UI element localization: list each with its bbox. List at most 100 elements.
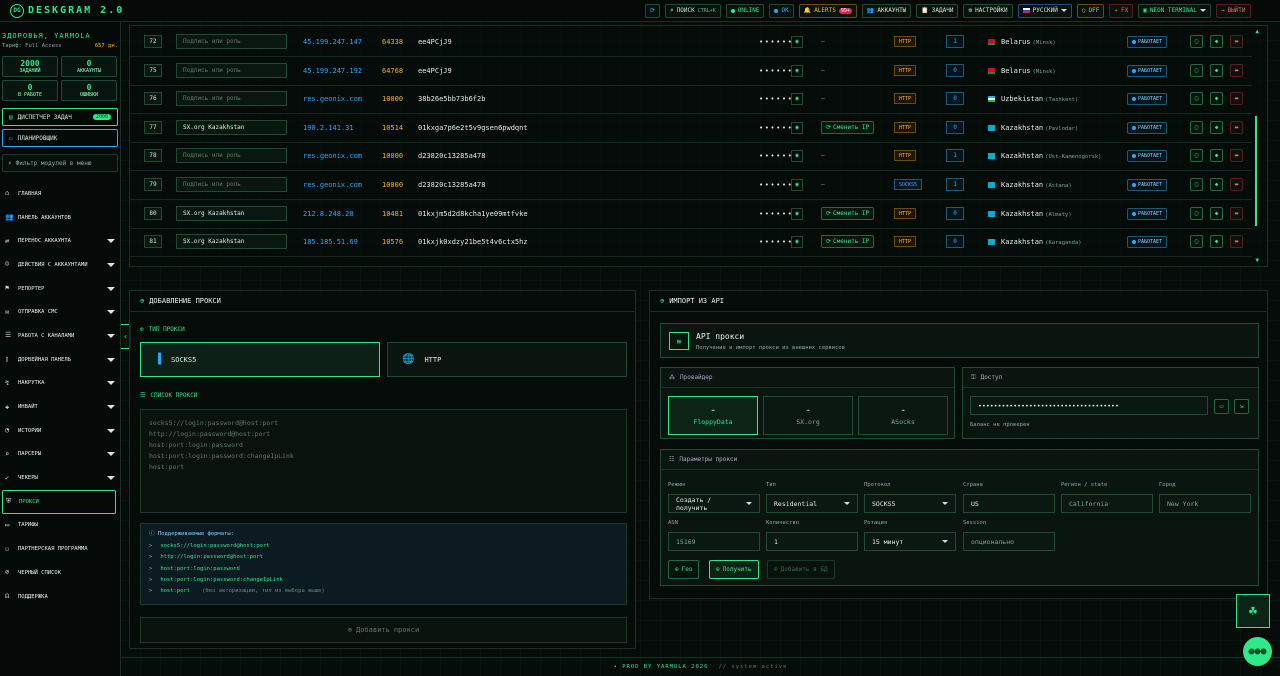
- sidebar-item-6[interactable]: ☰ РАБОТА С КАНАЛАМИ: [0, 324, 120, 348]
- check-balance-button[interactable]: ▭: [1214, 399, 1229, 414]
- module-filter-input[interactable]: ⌕ Фильтр модулей в меню: [2, 154, 118, 172]
- tasks-button[interactable]: 📋 ЗАДАЧИ: [916, 3, 959, 18]
- delete-button[interactable]: ▬: [1230, 121, 1243, 135]
- copy-button[interactable]: ▢: [1190, 178, 1203, 192]
- rotation-select[interactable]: 15 минут: [864, 532, 956, 551]
- add-to-db-button[interactable]: ⊕ Добавить в БД: [767, 560, 835, 579]
- show-password-button[interactable]: ◉: [791, 64, 803, 77]
- proxy-host[interactable]: 185.185.51.69: [303, 238, 358, 246]
- refresh-button[interactable]: ⟳: [645, 3, 661, 18]
- alerts-button[interactable]: 🔔 ALERTS 99+: [798, 3, 857, 18]
- copy-button[interactable]: ▢: [1190, 207, 1203, 221]
- country-input[interactable]: US: [963, 494, 1055, 513]
- proxy-note-input[interactable]: Подпись или роль: [176, 34, 287, 50]
- sidebar-item-0[interactable]: ⌂ ГЛАВНАЯ: [0, 182, 120, 206]
- stat-tasks[interactable]: 2000 ЗАДАНИЙ: [2, 56, 58, 77]
- search-button[interactable]: ⌕ ПОИСК CTRL+K: [665, 3, 721, 18]
- check-proxy-button[interactable]: ◆: [1210, 235, 1223, 249]
- show-password-button[interactable]: ◉: [791, 149, 803, 162]
- change-ip-button[interactable]: ⟳ Сменить IP: [821, 235, 875, 249]
- copy-button[interactable]: ▢: [1190, 64, 1203, 78]
- provider-sx-org[interactable]: ☁ SX.org: [763, 396, 853, 435]
- proxy-list-textarea[interactable]: socks5://login:password@host:port http:/…: [140, 409, 627, 513]
- change-ip-button[interactable]: ⟳ Сменить IP: [821, 207, 875, 221]
- proxy-note-input[interactable]: Подпись или роль: [176, 177, 287, 193]
- sidebar-item-3[interactable]: ☺ ДЕЙСТВИЯ С АККАУНТАМИ: [0, 253, 120, 277]
- proxy-note-input[interactable]: SX.org Kazakhstan: [176, 234, 287, 250]
- copy-button[interactable]: ▢: [1190, 149, 1203, 163]
- stat-accounts[interactable]: 0 АККАУНТЫ: [61, 56, 117, 77]
- sidebar-item-8[interactable]: ↯ НАКРУТКА: [0, 372, 120, 396]
- check-proxy-button[interactable]: ◆: [1210, 64, 1223, 78]
- copy-button[interactable]: ▢: [1190, 121, 1203, 135]
- proxy-note-input[interactable]: SX.org Kazakhstan: [176, 120, 287, 136]
- check-proxy-button[interactable]: ◆: [1210, 92, 1223, 106]
- check-proxy-button[interactable]: ◆: [1210, 178, 1223, 192]
- accounts-button[interactable]: 👥 АККАУНТЫ: [861, 3, 912, 18]
- sidebar-item-9[interactable]: ✚ ИНВАЙТ: [0, 395, 120, 419]
- proxy-host[interactable]: 45.199.247.147: [303, 38, 362, 46]
- change-ip-button[interactable]: ⟳ Сменить IP: [821, 121, 875, 135]
- delete-button[interactable]: ▬: [1230, 178, 1243, 192]
- proxy-note-input[interactable]: SX.org Kazakhstan: [176, 206, 287, 222]
- show-password-button[interactable]: ◉: [791, 35, 803, 48]
- api-key-input[interactable]: ••••••••••••••••••••••••••••••••••••: [970, 396, 1208, 415]
- show-password-button[interactable]: ◉: [791, 121, 803, 134]
- sidebar-item-17[interactable]: ☊ ПОДДЕРЖКА: [0, 585, 120, 609]
- city-input[interactable]: New York: [1159, 494, 1251, 513]
- copy-button[interactable]: ▢: [1190, 235, 1203, 249]
- proxy-host[interactable]: res.geonix.com: [303, 95, 362, 103]
- fx-toggle[interactable]: ✦ FX: [1109, 3, 1134, 18]
- show-password-button[interactable]: ◉: [791, 207, 803, 220]
- proxy-host[interactable]: 45.199.247.192: [303, 67, 362, 75]
- mode-select[interactable]: Создать / получить: [668, 494, 760, 513]
- sidebar-item-5[interactable]: ✉ ОТПРАВКА СМС: [0, 300, 120, 324]
- proxy-host[interactable]: 212.8.248.28: [303, 210, 354, 218]
- copy-button[interactable]: ▢: [1190, 92, 1203, 106]
- scroll-up-icon[interactable]: ▲: [1255, 28, 1259, 35]
- check-proxy-button[interactable]: ◆: [1210, 35, 1223, 49]
- stat-in-progress[interactable]: 0В РАБОТЕ: [2, 80, 58, 101]
- terminal-theme-select[interactable]: ▣ NEON TERMINAL: [1138, 3, 1211, 18]
- scroll-down-icon[interactable]: ▼: [1255, 257, 1259, 264]
- quantity-input[interactable]: 1: [766, 532, 858, 551]
- logout-button[interactable]: ⇥ ВЫЙТИ: [1215, 3, 1251, 18]
- sidebar-item-12[interactable]: ✓ ЧЕКЕРЫ: [0, 466, 120, 490]
- get-proxy-button[interactable]: ⊕ Получить: [709, 560, 759, 579]
- delete-button[interactable]: ▬: [1230, 149, 1243, 163]
- region-input[interactable]: California: [1061, 494, 1153, 513]
- add-proxy-button[interactable]: ⊕ Добавить прокси: [140, 617, 627, 643]
- sidebar-item-10[interactable]: ◔ ИСТОРИИ: [0, 419, 120, 443]
- type-http-card[interactable]: 🌐 HTTP: [387, 342, 627, 377]
- proxy-host[interactable]: res.geonix.com: [303, 181, 362, 189]
- task-dispatcher-button[interactable]: ▤ ДИСПЕТЧЕР ЗАДАЧ 2000: [2, 108, 118, 126]
- stat-errors[interactable]: 0 ОШИБКИ: [61, 80, 117, 101]
- sidebar-item-2[interactable]: ⇄ ПЕРЕНОС АККАУНТА: [0, 229, 120, 253]
- chat-button[interactable]: ●●●: [1243, 637, 1272, 666]
- sidebar-item-15[interactable]: ⚇ ПАРТНЕРСКАЯ ПРОГРАММА: [0, 537, 120, 561]
- sidebar-item-7[interactable]: ▯ ДОРВЕЙНАЯ ПАНЕЛЬ: [0, 348, 120, 372]
- delete-button[interactable]: ▬: [1230, 207, 1243, 221]
- sidebar-item-14[interactable]: ▭ ТАРИФЫ: [0, 514, 120, 538]
- delete-button[interactable]: ▬: [1230, 35, 1243, 49]
- provider-asocks[interactable]: ☁ ASocks: [858, 396, 948, 435]
- settings-button[interactable]: ⚙ НАСТРОЙКИ: [963, 3, 1013, 18]
- off-toggle[interactable]: ○ OFF: [1076, 3, 1105, 18]
- show-password-button[interactable]: ◉: [791, 178, 803, 191]
- sidebar-item-4[interactable]: ⚑ РЕПОРТЕР: [0, 277, 120, 301]
- app-logo[interactable]: DG DESKGRAM 2.0: [0, 3, 640, 18]
- asn-input[interactable]: 15169: [668, 532, 760, 551]
- geo-button[interactable]: ⊕ Гео: [668, 560, 700, 579]
- check-proxy-button[interactable]: ◆: [1210, 207, 1223, 221]
- mascot-widget[interactable]: ☘: [1236, 594, 1270, 628]
- save-key-button[interactable]: ⇲: [1234, 399, 1249, 414]
- sidebar-item-13[interactable]: ⛨ ПРОКСИ: [2, 489, 116, 514]
- planner-button[interactable]: ▭ ПЛАНИРОВЩИК: [2, 129, 118, 147]
- sidebar-item-16[interactable]: ⊘ ЧЕРНЫЙ СПИСОК: [0, 561, 120, 585]
- check-proxy-button[interactable]: ◆: [1210, 149, 1223, 163]
- proxy-host[interactable]: 190.2.141.31: [303, 124, 354, 132]
- sidebar-item-11[interactable]: ⌕ ПАРСЕРЫ: [0, 443, 120, 467]
- delete-button[interactable]: ▬: [1230, 64, 1243, 78]
- check-proxy-button[interactable]: ◆: [1210, 121, 1223, 135]
- proxy-note-input[interactable]: Подпись или роль: [176, 63, 287, 79]
